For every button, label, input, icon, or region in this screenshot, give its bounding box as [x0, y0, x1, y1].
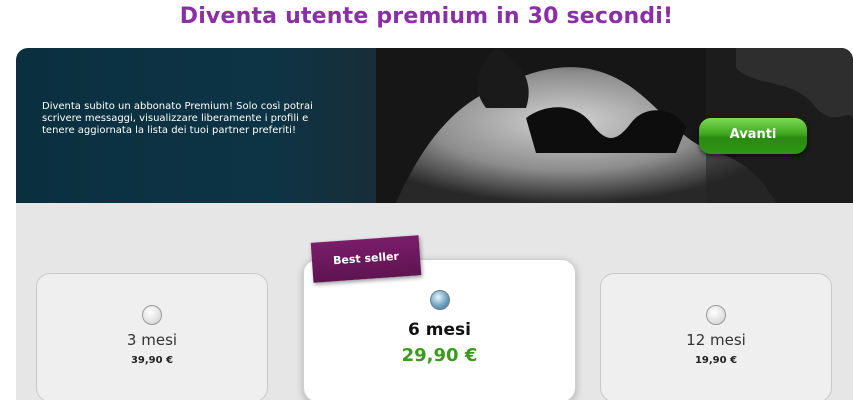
plan-card-3-months[interactable]: 3 mesi 39,90 €: [36, 273, 268, 400]
plan-term: 12 mesi: [686, 331, 746, 349]
avanti-button[interactable]: Avanti: [699, 118, 807, 154]
promo-banner: Diventa subito un abbonato Premium! Solo…: [16, 48, 853, 203]
plan-term: 6 mesi: [408, 320, 471, 340]
plan-selector: 3 mesi 39,90 € 6 mesi 29,90 € Best selle…: [16, 203, 853, 400]
plan-price: 19,90 €: [694, 355, 738, 366]
plan-radio-3-months[interactable]: [142, 305, 162, 325]
banner-description: Diventa subito un abbonato Premium! Solo…: [42, 101, 313, 136]
best-seller-badge: Best seller: [310, 235, 422, 283]
plan-price: 29,90 €: [401, 345, 478, 366]
page-title: Diventa utente premium in 30 secondi!: [179, 4, 674, 29]
plan-radio-6-months[interactable]: [429, 290, 450, 310]
plan-price: 39,90 €: [130, 355, 174, 366]
plan-radio-12-months[interactable]: [706, 305, 726, 325]
plan-term: 3 mesi: [126, 331, 178, 349]
plan-card-12-months[interactable]: 12 mesi 19,90 €: [600, 273, 832, 400]
premium-panel: Diventa subito un abbonato Premium! Solo…: [16, 48, 853, 400]
